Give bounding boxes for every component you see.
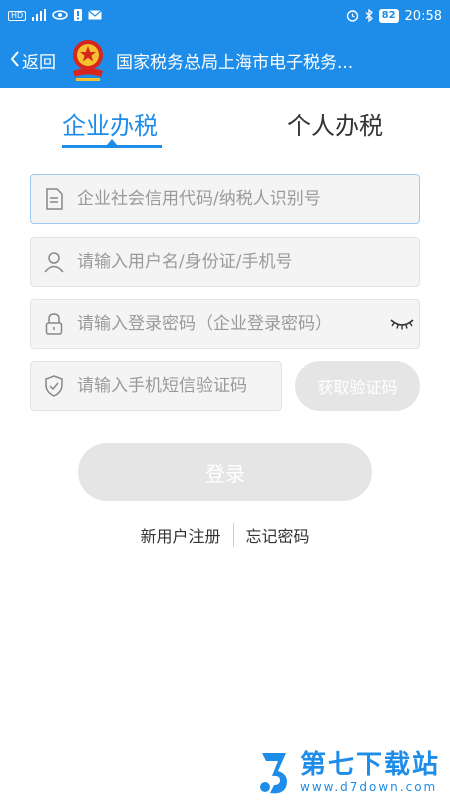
tab-personal[interactable]: 个人办税: [287, 106, 383, 141]
credit-code-field[interactable]: 企业社会信用代码/纳税人识别号: [30, 174, 420, 224]
user-icon: [31, 251, 77, 273]
page-title: 国家税务总局上海市电子税务...: [116, 52, 354, 73]
bluetooth-icon: [365, 8, 373, 24]
get-code-button[interactable]: 获取验证码: [295, 361, 420, 411]
back-button[interactable]: 返回: [10, 48, 56, 73]
watermark-name: 第七下载站: [300, 750, 441, 780]
account-links: 新用户注册 忘记密码: [0, 522, 450, 548]
alarm-icon: [346, 9, 359, 24]
lock-icon: [31, 313, 77, 335]
watermark-text: 第七下载站 www.d7down.com: [300, 750, 440, 794]
tab-enterprise[interactable]: 企业办税: [62, 106, 158, 141]
active-tab-underline: [62, 145, 162, 148]
login-button[interactable]: 登录: [78, 443, 372, 501]
status-left-icons: HD: [8, 9, 103, 23]
site-watermark: 第七下载站 www.d7down.com: [256, 746, 446, 798]
sms-code-field[interactable]: 请输入手机短信验证码: [30, 361, 282, 411]
chevron-left-icon: [10, 50, 20, 70]
forgot-password-link[interactable]: 忘记密码: [234, 523, 322, 547]
password-field[interactable]: 请输入登录密码（企业登录密码）: [30, 299, 420, 349]
warning-icon: [74, 9, 83, 23]
register-link[interactable]: 新用户注册: [128, 523, 232, 547]
credit-code-placeholder: 企业社会信用代码/纳税人识别号: [77, 189, 321, 209]
4g-signal-icon: [32, 9, 47, 23]
username-field[interactable]: 请输入用户名/身份证/手机号: [30, 237, 420, 287]
tax-bureau-emblem-icon: [68, 37, 108, 83]
sms-code-placeholder: 请输入手机短信验证码: [77, 376, 247, 396]
status-right-icons: 82 20:58: [346, 8, 442, 24]
hide-password-eye-icon[interactable]: [385, 317, 419, 331]
hd-icon: HD: [8, 11, 27, 21]
mail-icon: [88, 10, 103, 22]
username-placeholder: 请输入用户名/身份证/手机号: [77, 252, 293, 272]
eye-icon: [52, 10, 68, 22]
battery-level: 82: [378, 9, 399, 23]
password-placeholder: 请输入登录密码（企业登录密码）: [77, 314, 332, 334]
shield-icon: [31, 375, 77, 397]
watermark-logo-icon: [256, 749, 294, 795]
document-icon: [31, 188, 77, 210]
login-type-tabs: 企业办税 个人办税: [0, 100, 450, 150]
nav-bar: 返回 国家税务总局上海市电子税务...: [0, 32, 450, 88]
watermark-url: www.d7down.com: [300, 780, 438, 794]
status-time: 20:58: [404, 8, 442, 24]
back-label: 返回: [22, 52, 56, 73]
status-bar: HD 82 20:58: [0, 0, 450, 32]
